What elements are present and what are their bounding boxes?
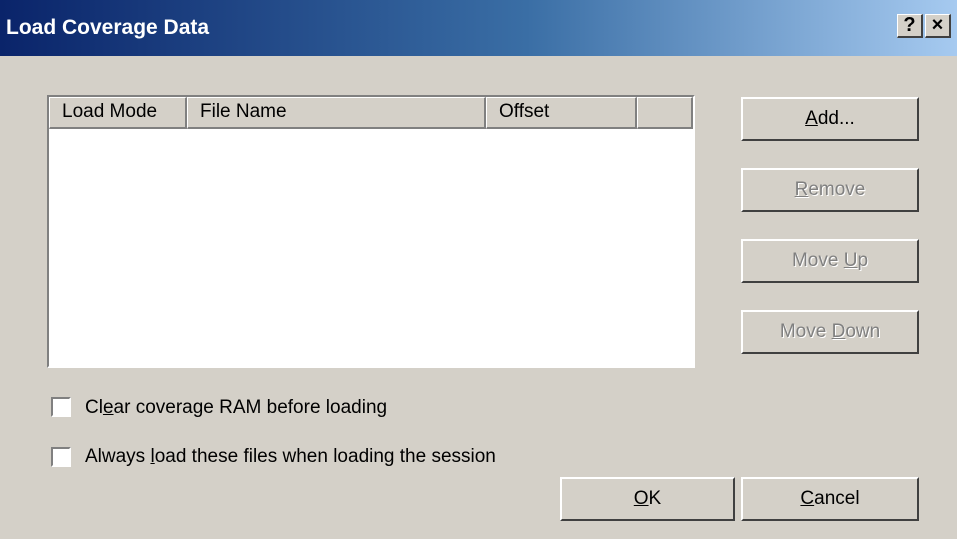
move-down-button[interactable]: Move Down [741,310,919,354]
column-header-load-mode[interactable]: Load Mode [49,97,187,129]
always-load-files-checkbox[interactable] [51,447,71,467]
list-header: Load Mode File Name Offset [49,97,693,129]
help-icon[interactable]: ? [897,14,923,38]
move-up-button[interactable]: Move Up [741,239,919,283]
add-button[interactable]: Add... [741,97,919,141]
clear-coverage-ram-checkbox[interactable] [51,397,71,417]
column-header-extra[interactable] [637,97,693,129]
coverage-files-list[interactable]: Load Mode File Name Offset [47,95,695,368]
always-load-files-label[interactable]: Always load these files when loading the… [85,446,496,468]
clear-coverage-ram-label[interactable]: Clear coverage RAM before loading [85,397,387,419]
remove-button[interactable]: Remove [741,168,919,212]
load-coverage-data-dialog: Load Coverage Data ? × Load Mode File Na… [0,0,957,539]
column-header-file-name[interactable]: File Name [187,97,486,129]
column-header-offset[interactable]: Offset [486,97,637,129]
cancel-button[interactable]: Cancel [741,477,919,521]
close-icon[interactable]: × [925,14,951,38]
title-bar[interactable]: Load Coverage Data ? × [0,0,957,56]
window-title: Load Coverage Data [6,16,210,39]
ok-button[interactable]: OK [560,477,735,521]
